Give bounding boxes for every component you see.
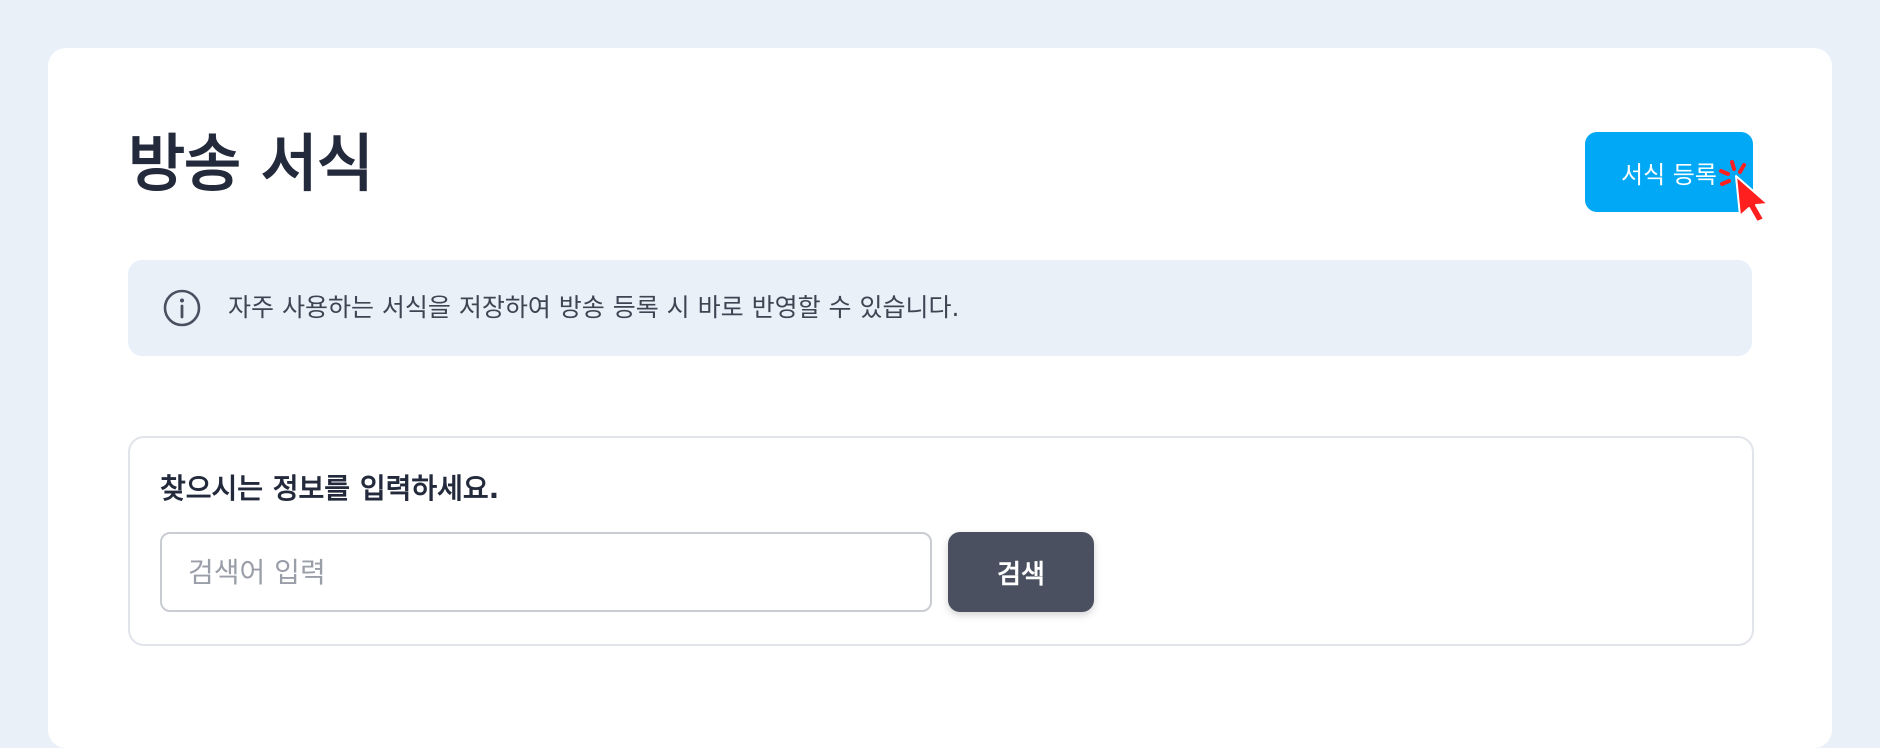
content-card: 방송 서식 서식 등록 자주 사용하는 서식을 저장하여 방송 등록 시 바로 … <box>48 48 1832 748</box>
register-template-button[interactable]: 서식 등록 <box>1585 132 1753 212</box>
info-notice: 자주 사용하는 서식을 저장하여 방송 등록 시 바로 반영할 수 있습니다. <box>128 260 1752 356</box>
page-title: 방송 서식 <box>128 127 374 200</box>
search-panel: 찾으시는 정보를 입력하세요. 검색 <box>128 436 1754 646</box>
info-icon <box>163 289 201 327</box>
search-input[interactable] <box>160 532 932 612</box>
notice-text: 자주 사용하는 서식을 저장하여 방송 등록 시 바로 반영할 수 있습니다. <box>228 293 960 322</box>
search-button[interactable]: 검색 <box>948 532 1094 612</box>
search-label: 찾으시는 정보를 입력하세요. <box>160 472 500 505</box>
